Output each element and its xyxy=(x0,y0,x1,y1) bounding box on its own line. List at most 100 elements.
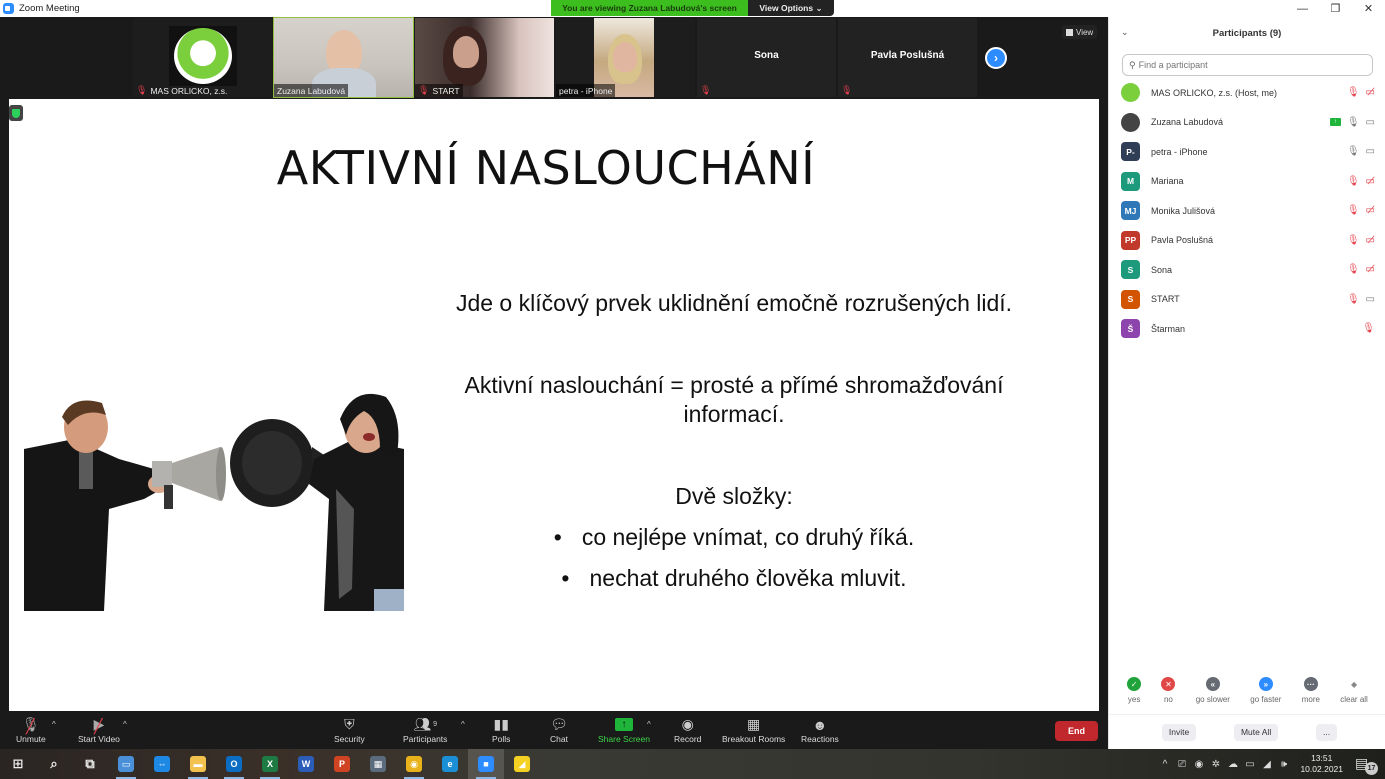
mic-muted-icon[interactable]: 🎙︎ xyxy=(1347,87,1360,98)
maximize-button[interactable]: ❐ xyxy=(1319,0,1352,17)
taskbar-outlook[interactable]: O xyxy=(216,749,252,779)
clear-all-icon: ◆ xyxy=(1350,679,1358,689)
collapse-chevron-icon[interactable]: ⌄ xyxy=(1121,27,1129,38)
taskbar-zoom[interactable]: ■ xyxy=(468,749,504,779)
share-screen-button[interactable]: ↑ Share Screen xyxy=(598,715,650,744)
network-icon[interactable]: ⎚ xyxy=(1173,759,1190,770)
show-hidden-icons[interactable]: ^ xyxy=(1156,759,1173,770)
participant-row[interactable]: S START 🎙︎ ▭ xyxy=(1109,285,1385,315)
video-camera-icon[interactable]: ▭ xyxy=(1366,117,1375,128)
taskbar-teamviewer[interactable]: ⇔ xyxy=(144,749,180,779)
taskbar-powerpoint[interactable]: P xyxy=(324,749,360,779)
video-off-icon[interactable]: ▭̸ xyxy=(1366,176,1375,187)
mic-muted-icon[interactable]: 🎙︎ xyxy=(1347,235,1360,246)
security-button[interactable]: ⛨ Security xyxy=(334,715,365,744)
bullet-icon: • xyxy=(561,565,570,591)
avatar: S xyxy=(1121,260,1140,280)
mic-muted-icon[interactable]: 🎙︎ xyxy=(1362,323,1375,334)
view-options-button[interactable]: View Options ⌄ xyxy=(748,0,834,16)
mic-icon[interactable]: 🎙︎ xyxy=(1347,117,1360,128)
taskbar-excel[interactable]: X xyxy=(252,749,288,779)
taskbar-file-explorer[interactable]: ▬ xyxy=(180,749,216,779)
participant-search-field[interactable]: ⚲ xyxy=(1122,54,1373,76)
task-view-icon: ⧉ xyxy=(85,756,95,771)
taskbar-search[interactable]: ⌕ xyxy=(36,749,72,779)
taskbar-chrome[interactable]: ◉ xyxy=(396,749,432,779)
notification-center-button[interactable]: ▤ 17 xyxy=(1355,755,1378,775)
video-camera-icon[interactable]: ▭ xyxy=(1366,146,1375,157)
taskbar-sticky-notes[interactable]: ◢ xyxy=(504,749,540,779)
participant-row[interactable]: S Sona 🎙︎ ▭̸ xyxy=(1109,255,1385,285)
video-tile[interactable]: Pavla Poslušná 🎙︎ xyxy=(838,18,977,97)
more-options-button[interactable]: ... xyxy=(1315,723,1338,741)
mic-icon[interactable]: 🎙︎ xyxy=(1347,146,1360,157)
feedback-go-slower-button[interactable]: « go slower xyxy=(1196,677,1230,714)
chrome-icon: ◉ xyxy=(406,756,422,772)
taskbar-start[interactable]: ⊞ xyxy=(0,749,36,779)
taskbar-calculator[interactable]: ▦ xyxy=(360,749,396,779)
mic-muted-icon: 🎙︎ xyxy=(418,85,430,95)
video-tile[interactable]: Sona 🎙︎ xyxy=(697,18,836,97)
taskbar-edge[interactable]: e xyxy=(432,749,468,779)
mic-muted-icon[interactable]: 🎙︎ xyxy=(1347,205,1360,216)
participant-row[interactable]: Zuzana Labudová ↑ 🎙︎ ▭ xyxy=(1109,108,1385,138)
next-page-button[interactable]: › xyxy=(985,47,1007,69)
participant-row[interactable]: P-petra - iPhone 🎙︎ ▭ xyxy=(1109,137,1385,167)
polls-button[interactable]: ▮▮ Polls xyxy=(492,715,510,744)
video-off-icon[interactable]: ▭̸ xyxy=(1366,87,1375,98)
close-button[interactable]: ✕ xyxy=(1352,0,1385,17)
battery-icon[interactable]: ▭ xyxy=(1241,759,1258,770)
participants-options-caret[interactable]: ^ xyxy=(461,715,465,734)
minimize-button[interactable]: — xyxy=(1286,0,1319,17)
view-button[interactable]: View xyxy=(1062,25,1098,39)
participant-row[interactable]: PP Pavla Poslušná 🎙︎ ▭̸ xyxy=(1109,226,1385,256)
participant-row[interactable]: Š Štarman 🎙︎ xyxy=(1109,314,1385,344)
chat-button[interactable]: 💬︎ Chat xyxy=(550,715,568,744)
more-icon: ··· xyxy=(1303,677,1318,691)
taskbar-remote-desktop[interactable]: ▭ xyxy=(108,749,144,779)
megaphone-scene xyxy=(24,393,404,611)
mic-muted-icon[interactable]: 🎙︎ xyxy=(1347,264,1360,275)
feedback-go-faster-button[interactable]: » go faster xyxy=(1250,677,1281,714)
audio-options-caret[interactable]: ^ xyxy=(52,715,56,734)
reactions-button[interactable]: ☻ Reactions xyxy=(801,715,839,745)
start-video-button[interactable]: ▶︎ ╱ Start Video xyxy=(78,715,120,744)
participants-button[interactable]: 👥︎ 9 Participants xyxy=(403,715,447,744)
volume-icon[interactable]: 🕪 xyxy=(1275,759,1292,770)
share-options-caret[interactable]: ^ xyxy=(647,715,651,734)
participant-row[interactable]: M Mariana 🎙︎ ▭̸ xyxy=(1109,167,1385,197)
video-tile[interactable]: 🎙︎ START xyxy=(415,18,554,97)
participant-row[interactable]: MAS ORLICKO, z.s. (Host, me) 🎙︎ ▭̸ xyxy=(1109,78,1385,108)
video-off-icon[interactable]: ▭̸ xyxy=(1366,235,1375,246)
participant-search-input[interactable] xyxy=(1138,60,1359,70)
onedrive-icon[interactable]: ☁ xyxy=(1224,759,1241,770)
video-off-icon[interactable]: ▭̸ xyxy=(1366,264,1375,275)
video-options-caret[interactable]: ^ xyxy=(123,715,127,734)
taskbar-word[interactable]: W xyxy=(288,749,324,779)
feedback-more-button[interactable]: ··· more xyxy=(1302,677,1320,714)
video-camera-icon[interactable]: ▭ xyxy=(1366,294,1375,305)
mute-all-button[interactable]: Mute All xyxy=(1233,723,1279,741)
breakout-rooms-button[interactable]: ▦ Breakout Rooms xyxy=(722,715,785,744)
mic-muted-icon[interactable]: 🎙︎ xyxy=(1347,176,1360,187)
avatar: Š xyxy=(1121,319,1140,339)
end-meeting-button[interactable]: End xyxy=(1055,721,1098,741)
taskbar-task-view[interactable]: ⧉ xyxy=(72,749,108,779)
clock[interactable]: 13:51 10.02.2021 xyxy=(1300,753,1343,775)
video-tile-active-speaker[interactable]: Zuzana Labudová xyxy=(273,17,414,98)
video-tile[interactable]: 🎙︎ MAS ORLICKO, z.s. xyxy=(133,18,272,97)
video-tile[interactable]: petra - iPhone xyxy=(556,18,695,97)
mic-muted-icon[interactable]: 🎙︎ xyxy=(1347,294,1360,305)
participant-row[interactable]: MJ Monika Julišová 🎙︎ ▭̸ xyxy=(1109,196,1385,226)
feedback-yes-button[interactable]: ✓ yes xyxy=(1127,677,1142,714)
record-button[interactable]: ◉ Record xyxy=(674,715,701,744)
app-tray-icon[interactable]: ◉ xyxy=(1190,759,1207,770)
wifi-icon[interactable]: ◢ xyxy=(1258,759,1275,770)
feedback-clear-all-button[interactable]: ◆ clear all xyxy=(1340,677,1368,714)
encryption-shield-icon[interactable] xyxy=(9,105,23,121)
invite-button[interactable]: Invite xyxy=(1161,723,1197,741)
unmute-button[interactable]: 🎙︎ ╱ Unmute xyxy=(16,715,46,744)
feedback-no-button[interactable]: ✕ no xyxy=(1161,677,1176,714)
video-off-icon[interactable]: ▭̸ xyxy=(1366,205,1375,216)
sync-icon[interactable]: ✲ xyxy=(1207,759,1224,770)
